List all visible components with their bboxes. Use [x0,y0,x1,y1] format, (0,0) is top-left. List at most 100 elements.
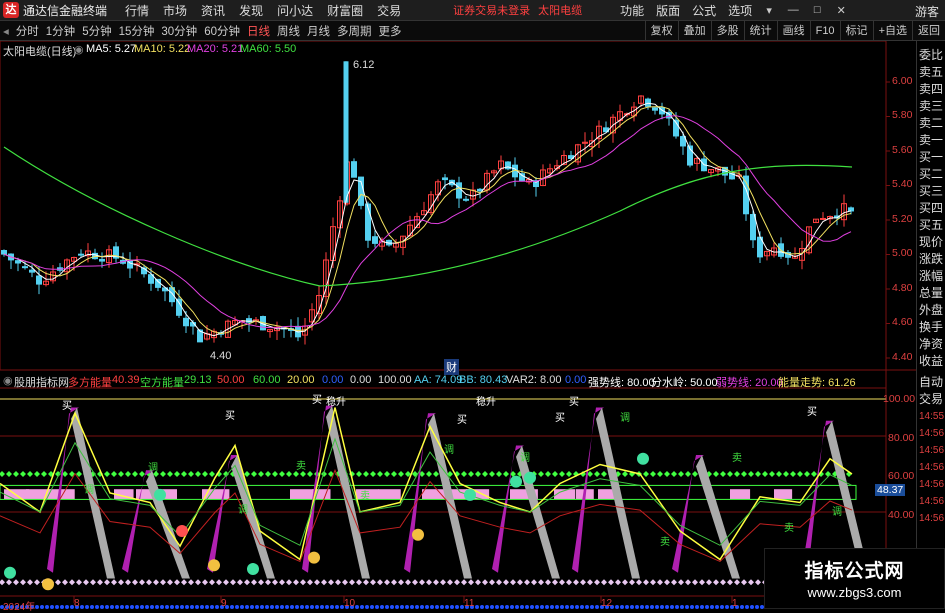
menu-trade[interactable]: 交易 [377,2,401,19]
strong-diamond [139,471,145,477]
strong-diamond [307,471,313,477]
clock-row: 14:55 [919,411,945,422]
menu-discover[interactable]: 发现 [239,2,263,19]
tool-draw[interactable]: 画线 [776,20,810,41]
weak-diamond [279,579,285,586]
x-tick: 8 [74,598,80,609]
base-dot [565,605,569,609]
base-dot [120,605,124,609]
panel-committee[interactable]: 委比 [917,47,945,64]
menu-layout[interactable]: 版面 [656,2,680,19]
tool-overlay[interactable]: 叠加 [677,20,711,41]
tool-f10[interactable]: F10 [809,20,840,41]
tab-monthly[interactable]: 月线 [307,23,330,39]
indicator-settings-icon[interactable]: ◉ [3,374,13,387]
stock-chart-title: 太阳电缆(日线) [3,46,77,58]
tool-mark[interactable]: 标记 [839,20,873,41]
menu-options[interactable]: 选项 [728,2,752,19]
weak-diamond [685,579,691,586]
strong-diamond [657,471,663,477]
menu-wealth[interactable]: 财富圈 [327,2,363,19]
chart-area[interactable]: 太阳电缆(日线) ◉ MA5: 5.27 MA10: 5.22 MA20: 5.… [0,40,916,613]
candle-body [78,253,84,256]
clock-row: 14:56 [919,462,945,473]
tab-weekly[interactable]: 周线 [277,23,300,39]
tool-stats[interactable]: 统计 [743,20,777,41]
tab-daily[interactable]: 日线 [247,23,270,39]
weak-diamond [230,579,236,586]
tab-intraday[interactable]: 分时 [16,23,39,39]
tab-more[interactable]: 更多 [378,23,401,39]
strong-diamond [783,471,789,477]
dropdown-icon[interactable]: ▾ [758,1,780,20]
base-dot [445,605,449,609]
menu-function[interactable]: 功能 [620,2,644,19]
watermark-url: www.zbgs3.com [807,585,902,600]
login-status[interactable]: 证券交易未登录 [453,2,530,18]
kline-chart-svg[interactable] [0,40,916,609]
tab-30min[interactable]: 30分钟 [161,23,197,39]
weak-diamond [678,579,684,586]
base-dot [125,605,129,609]
clock-row: 14:56 [919,479,945,490]
menu-formula[interactable]: 公式 [692,2,716,19]
strong-diamond [692,471,698,477]
base-dot [150,605,154,609]
guest-user[interactable]: 游客 [915,3,939,20]
y-tick: 4.60 [892,316,913,328]
base-dot [355,605,359,609]
strong-diamond [181,471,187,477]
app-name: 通达信金融终端 [23,3,108,18]
tab-15min[interactable]: 15分钟 [119,23,155,39]
base-dot [140,605,144,609]
weak-diamond [489,579,495,586]
weak-diamond [461,579,467,586]
candle-body [365,203,371,241]
tool-add-watch[interactable]: +自选 [872,20,912,41]
adjust-mark: 调 [620,413,630,424]
tool-multi-stock[interactable]: 多股 [710,20,744,41]
scroll-left-icon[interactable]: ◂ [3,24,9,38]
band-block [378,489,401,500]
weak-diamond [237,579,243,586]
strong-diamond [209,471,215,477]
tab-60min[interactable]: 60分钟 [204,23,240,39]
panel-ask5: 卖五 [919,65,944,79]
panel-trade[interactable]: 交易 [917,391,945,408]
tab-multi-period[interactable]: 多周期 [337,23,372,39]
y-tick: 4.80 [892,282,913,294]
maximize-icon[interactable]: □ [806,1,828,20]
tool-adjust[interactable]: 复权 [644,20,678,41]
weak-diamond [601,579,607,586]
strong-diamond [482,471,488,477]
indicator-name[interactable]: 股朋指标网 [14,374,69,390]
menu-ask[interactable]: 问小达 [277,2,313,19]
panel-volume: 总量 [919,286,944,300]
tab-1min[interactable]: 1分钟 [46,23,75,39]
finance-badge[interactable]: 财 [444,359,459,375]
panel-auto[interactable]: 自动 [917,374,945,391]
base-dot [685,605,689,609]
tool-back[interactable]: 返回 [912,20,945,41]
buy-mark: 买 [225,411,235,422]
weak-diamond [552,579,558,586]
menu-quotes[interactable]: 行情 [125,2,149,19]
chart-settings-icon[interactable]: ◉ [74,43,84,56]
y-tick: 5.40 [892,178,913,190]
menu-news[interactable]: 资讯 [201,2,225,19]
strong-diamond [769,471,775,477]
base-dot [285,605,289,609]
strong-diamond [279,471,285,477]
minimize-icon[interactable]: — [782,1,804,20]
ind-kong-value: 29.13 [184,374,212,386]
adjust-mark: 调 [520,453,530,464]
base-dot [45,605,49,609]
adjust-mark: 调 [84,485,94,496]
tab-5min[interactable]: 5分钟 [82,23,111,39]
base-dot [695,605,699,609]
weak-diamond [251,579,257,586]
weak-diamond [293,579,299,586]
close-icon[interactable]: ✕ [830,1,852,20]
y-tick: 5.00 [892,247,913,259]
menu-market[interactable]: 市场 [163,2,187,19]
